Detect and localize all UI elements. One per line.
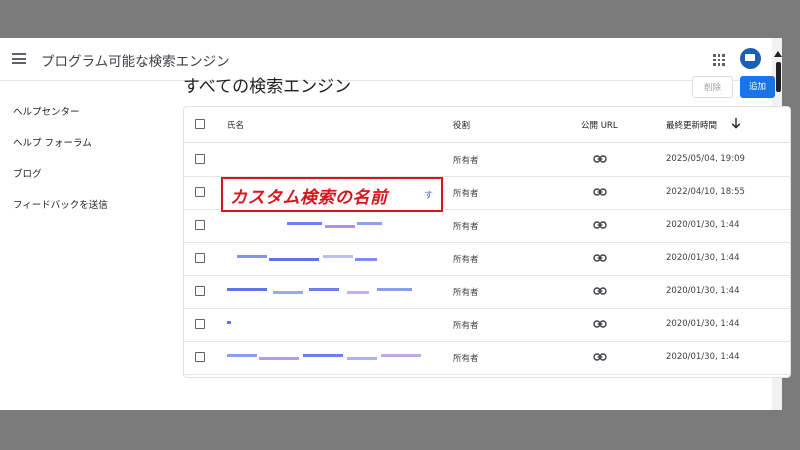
engine-name-link[interactable] [227, 219, 437, 231]
last-updated-cell: 2020/01/30, 1:44 [666, 286, 740, 296]
sidebar-item-help-forum[interactable]: ヘルプ フォーラム [13, 135, 92, 149]
redacted-name-fragment [227, 288, 267, 291]
redacted-name-fragment [273, 291, 303, 294]
row-checkbox[interactable] [195, 187, 205, 197]
engine-name-link[interactable] [227, 252, 437, 264]
sidebar-item-blog[interactable]: ブログ [13, 166, 42, 180]
last-updated-cell: 2020/01/30, 1:44 [666, 253, 740, 263]
apps-grid-icon[interactable] [713, 54, 725, 66]
last-updated-cell: 2020/01/30, 1:44 [666, 352, 740, 362]
link-icon[interactable] [593, 353, 607, 361]
search-engine-table: 氏名 役割 公開 URL 最終更新時間 所有者 2025/05/04, 19:09… [183, 106, 791, 378]
column-name[interactable]: 氏名 [227, 119, 244, 131]
link-icon[interactable] [593, 320, 607, 328]
redacted-name-fragment [309, 288, 339, 291]
last-updated-cell: 2020/01/30, 1:44 [666, 319, 740, 329]
arrow-down-icon[interactable] [731, 117, 741, 129]
sidebar-item-help-center[interactable]: ヘルプセンター [13, 104, 80, 118]
column-public-url[interactable]: 公開 URL [581, 119, 618, 131]
role-cell: 所有者 [453, 255, 479, 265]
page-title: すべての検索エンジン [183, 77, 352, 97]
annotation-tail: す [424, 191, 434, 201]
redacted-name-fragment [287, 222, 322, 225]
menu-icon[interactable] [12, 53, 26, 64]
redacted-name-fragment [303, 354, 343, 357]
table-row[interactable]: 所有者 2025/05/04, 19:09 [184, 143, 790, 177]
redacted-name-fragment [381, 354, 421, 357]
engine-name-link[interactable] [227, 285, 437, 297]
role-cell: 所有者 [453, 354, 479, 364]
column-role[interactable]: 役割 [453, 119, 470, 131]
engine-name-link[interactable] [227, 153, 437, 165]
redacted-name-fragment [259, 357, 299, 360]
table-row[interactable]: 所有者 2020/01/30, 1:44 [184, 242, 790, 276]
avatar[interactable] [740, 48, 761, 69]
redacted-name-fragment [325, 225, 355, 228]
delete-button[interactable]: 削除 [692, 76, 733, 98]
role-cell: 所有者 [453, 321, 479, 331]
engine-name-link[interactable] [227, 351, 437, 363]
link-icon[interactable] [593, 188, 607, 196]
redacted-name-fragment [377, 288, 412, 291]
link-icon[interactable] [593, 221, 607, 229]
last-updated-cell: 2020/01/30, 1:44 [666, 220, 740, 230]
scroll-up-arrow-icon[interactable] [774, 51, 782, 57]
role-cell: 所有者 [453, 156, 479, 166]
annotation-label: カスタム検索の名前 [230, 188, 388, 208]
role-cell: 所有者 [453, 222, 479, 232]
select-all-checkbox[interactable] [195, 119, 205, 129]
table-row[interactable]: 所有者 2020/01/30, 1:44 [184, 209, 790, 243]
link-icon[interactable] [593, 155, 607, 163]
app-bar: プログラム可能な検索エンジン [0, 38, 782, 81]
table-header: 氏名 役割 公開 URL 最終更新時間 [184, 107, 790, 143]
table-row[interactable]: 所有者 2020/01/30, 1:44 [184, 275, 790, 309]
engine-name-link[interactable] [227, 318, 437, 330]
scrollbar-thumb[interactable] [776, 62, 781, 92]
redacted-name-fragment [269, 258, 319, 261]
row-checkbox[interactable] [195, 286, 205, 296]
redacted-name-fragment [347, 291, 369, 294]
role-cell: 所有者 [453, 288, 479, 298]
redacted-name-fragment [237, 255, 267, 258]
last-updated-cell: 2025/05/04, 19:09 [666, 154, 745, 164]
redacted-name-fragment [227, 321, 231, 324]
row-checkbox[interactable] [195, 352, 205, 362]
link-icon[interactable] [593, 254, 607, 262]
last-updated-cell: 2022/04/10, 18:55 [666, 187, 745, 197]
column-last-updated[interactable]: 最終更新時間 [666, 119, 717, 131]
row-checkbox[interactable] [195, 253, 205, 263]
link-icon[interactable] [593, 287, 607, 295]
redacted-name-fragment [323, 255, 353, 258]
app-title: プログラム可能な検索エンジン [41, 54, 230, 70]
table-row[interactable]: 所有者 2020/01/30, 1:44 [184, 341, 790, 375]
redacted-name-fragment [347, 357, 377, 360]
redacted-name-fragment [355, 258, 377, 261]
table-row[interactable]: 所有者 2020/01/30, 1:44 [184, 308, 790, 342]
sidebar-item-feedback[interactable]: フィードバックを送信 [13, 197, 108, 211]
add-button[interactable]: 追加 [740, 76, 775, 98]
row-checkbox[interactable] [195, 154, 205, 164]
row-checkbox[interactable] [195, 220, 205, 230]
redacted-name-fragment [357, 222, 382, 225]
role-cell: 所有者 [453, 189, 479, 199]
row-checkbox[interactable] [195, 319, 205, 329]
redacted-name-fragment [227, 354, 257, 357]
